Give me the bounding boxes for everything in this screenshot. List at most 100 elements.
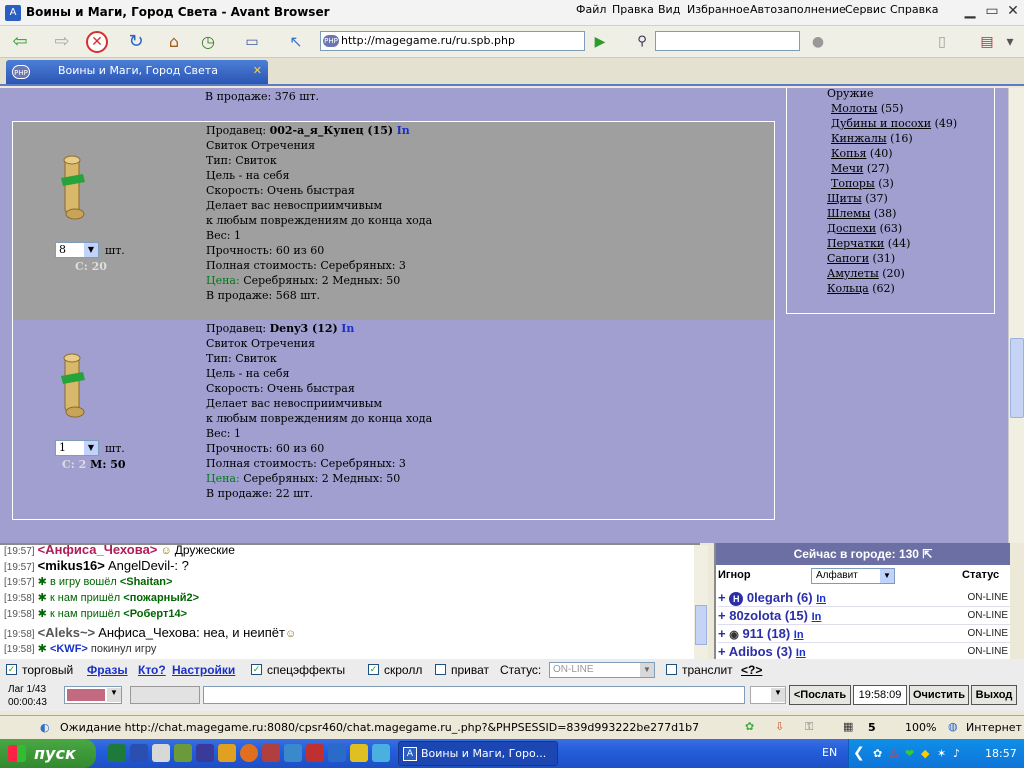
add-icon[interactable]: +: [718, 608, 726, 623]
chat-nick[interactable]: <Aleks~>: [38, 625, 95, 640]
menu-autofill[interactable]: Автозаполнение: [750, 3, 846, 16]
tray-app-icon[interactable]: ◆: [921, 739, 929, 768]
lock-icon[interactable]: ⚿: [805, 720, 813, 734]
app-icon[interactable]: [284, 744, 302, 762]
tray-app-icon[interactable]: ⚠: [889, 739, 899, 768]
online-user[interactable]: + H 0legarh (6) In ON-LINE: [718, 589, 1010, 607]
app-icon[interactable]: [372, 744, 390, 762]
search-input[interactable]: [655, 31, 800, 51]
refresh-icon[interactable]: ↻: [124, 30, 148, 54]
tray-app-icon[interactable]: ❤: [905, 739, 914, 768]
category-link[interactable]: Шлемы: [827, 207, 870, 220]
home-icon[interactable]: ⌂: [162, 30, 186, 54]
chat-nick[interactable]: <пожарный2>: [123, 592, 199, 604]
quantity-select[interactable]: 1 ▼: [55, 440, 99, 456]
go-icon[interactable]: ▶: [588, 30, 612, 54]
new-page-icon[interactable]: ▯: [930, 30, 954, 54]
download-icon[interactable]: ⇩: [775, 720, 784, 733]
category-link[interactable]: Молоты: [831, 102, 877, 115]
start-button[interactable]: пуск: [0, 739, 96, 768]
settings-link[interactable]: Настройки: [172, 663, 235, 677]
category-link[interactable]: Сапоги: [827, 252, 869, 265]
app-icon[interactable]: [306, 744, 324, 762]
app-icon[interactable]: [218, 744, 236, 762]
close-icon[interactable]: ✕: [1003, 2, 1023, 20]
minimize-icon[interactable]: ▁: [960, 2, 980, 20]
menu-view[interactable]: Вид: [658, 3, 680, 16]
calendar-icon[interactable]: ▦: [843, 720, 853, 733]
tray-arrow-icon[interactable]: ❮: [853, 739, 865, 768]
chat-nick[interactable]: <Анфиса_Чехова>: [38, 545, 158, 557]
seller-info-link[interactable]: In: [341, 322, 354, 335]
send-button[interactable]: <Послать: [789, 685, 851, 705]
chat-message-input[interactable]: [203, 686, 745, 704]
chat-nick[interactable]: <mikus16>: [38, 558, 105, 573]
window-layout-icon[interactable]: ▭: [240, 30, 264, 54]
app-icon[interactable]: [174, 744, 192, 762]
user-info-link[interactable]: In: [816, 593, 826, 605]
maximize-icon[interactable]: ▭: [982, 2, 1002, 20]
menu-file[interactable]: Файл: [576, 3, 606, 16]
online-user[interactable]: + ◉ 911 (18) In ON-LINE: [718, 625, 1010, 643]
forward-icon[interactable]: ⇨: [50, 30, 74, 54]
user-info-link[interactable]: In: [794, 629, 804, 641]
category-link[interactable]: Копья: [831, 147, 866, 160]
chat-nick[interactable]: <Роберт14>: [123, 608, 187, 620]
add-icon[interactable]: +: [718, 590, 726, 605]
menu-favorites[interactable]: Избранное: [687, 3, 749, 16]
category-link[interactable]: Щиты: [827, 192, 862, 205]
chat-scrollbar[interactable]: [694, 545, 708, 659]
category-link[interactable]: Кинжалы: [831, 132, 887, 145]
tab-active[interactable]: PHP Воины и Маги, Город Света ✕: [6, 60, 268, 84]
add-icon[interactable]: +: [718, 644, 726, 659]
app-icon[interactable]: [152, 744, 170, 762]
history-icon[interactable]: ◷: [196, 30, 220, 54]
add-icon[interactable]: +: [718, 626, 726, 641]
more-icon[interactable]: ▾: [998, 30, 1022, 54]
exit-button[interactable]: Выход: [971, 685, 1017, 705]
back-icon[interactable]: ⇦: [8, 30, 32, 54]
online-user[interactable]: + 80zolota (15) In ON-LINE: [718, 607, 1010, 625]
scroll-checkbox[interactable]: ✓: [368, 664, 379, 675]
popup-icon[interactable]: ✿: [745, 720, 754, 733]
tray-app-icon[interactable]: ✶: [937, 739, 946, 768]
excel-icon[interactable]: [108, 744, 126, 762]
effects-checkbox[interactable]: ✓: [251, 664, 262, 675]
page-scrollbar[interactable]: [1008, 88, 1024, 543]
sort-select[interactable]: Алфавит ▼: [811, 568, 895, 584]
private-checkbox[interactable]: [435, 664, 446, 675]
who-link[interactable]: Кто?: [138, 663, 166, 677]
address-bar[interactable]: PHP http://magegame.ru/ru.spb.php: [320, 31, 585, 51]
phrases-link[interactable]: Фразы: [87, 663, 128, 677]
status-select[interactable]: ON-LINE ▼: [549, 662, 655, 678]
arrow-icon[interactable]: ↖: [284, 30, 308, 54]
user-info-link[interactable]: In: [812, 611, 822, 623]
stop-icon[interactable]: ✕: [86, 31, 108, 53]
search-icon[interactable]: ⚲: [630, 30, 654, 54]
tray-app-icon[interactable]: ✿: [873, 739, 882, 768]
scrollbar-thumb[interactable]: [1010, 338, 1024, 418]
category-link[interactable]: Кольца: [827, 282, 869, 295]
online-user[interactable]: + Adibos (3) In ON-LINE: [718, 643, 1010, 659]
chat-nick[interactable]: <Shaitan>: [120, 576, 173, 588]
help-link[interactable]: <?>: [741, 663, 762, 677]
scrollbar-thumb[interactable]: [695, 605, 707, 645]
recipient-select[interactable]: ▼: [750, 686, 786, 704]
trade-checkbox[interactable]: ✓: [6, 664, 17, 675]
category-link[interactable]: Амулеты: [827, 267, 879, 280]
taskbar-item-browser[interactable]: A Воины и Маги, Горо...: [398, 741, 558, 766]
app-icon[interactable]: [196, 744, 214, 762]
seller-name[interactable]: 002-a_я_Купец (15): [270, 124, 394, 137]
translit-checkbox[interactable]: [666, 664, 677, 675]
search-go-icon[interactable]: ●: [806, 30, 830, 54]
seller-info-link[interactable]: In: [397, 124, 410, 137]
language-indicator[interactable]: EN: [822, 746, 837, 759]
color-select[interactable]: ▼: [64, 686, 122, 704]
word-icon[interactable]: [130, 744, 148, 762]
menu-tools[interactable]: Сервис: [845, 3, 886, 16]
menu-help[interactable]: Справка: [890, 3, 938, 16]
category-link[interactable]: Мечи: [831, 162, 863, 175]
tab-close-icon[interactable]: ✕: [253, 60, 262, 82]
clear-button[interactable]: Очистить: [909, 685, 969, 705]
quantity-select[interactable]: 8 ▼: [55, 242, 99, 258]
